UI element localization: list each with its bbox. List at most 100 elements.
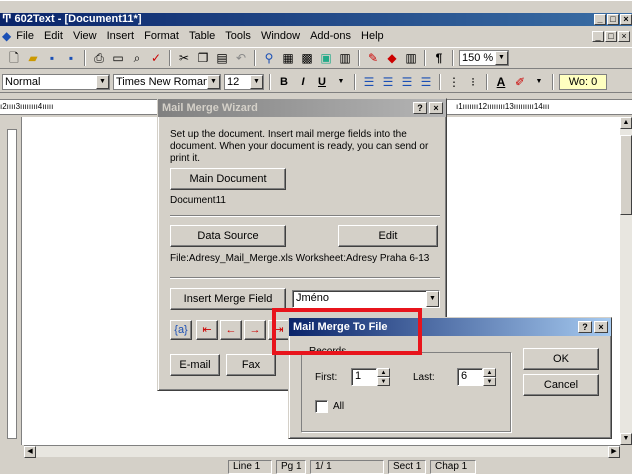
paragraph-marks-icon[interactable]: ¶ <box>431 50 447 66</box>
scroll-right-icon[interactable]: ▶ <box>608 446 620 458</box>
merge-to-file-title-bar[interactable]: Mail Merge To File ? × <box>289 318 611 336</box>
cancel-button[interactable]: Cancel <box>523 374 599 396</box>
highlight-icon[interactable]: ◆ <box>384 50 400 66</box>
first-spin-down[interactable]: ▼ <box>377 377 390 386</box>
menu-edit[interactable]: Edit <box>39 30 68 42</box>
chevron-down-icon[interactable]: ▼ <box>426 291 439 307</box>
doc-restore-button[interactable]: □ <box>605 31 617 42</box>
last-spin-down[interactable]: ▼ <box>483 377 496 386</box>
field-code-button[interactable]: {a} <box>170 320 192 340</box>
insert-merge-field-button[interactable]: Insert Merge Field <box>170 288 286 310</box>
italic-button[interactable]: I <box>295 76 311 88</box>
cut-icon[interactable]: ✂ <box>176 50 192 66</box>
paste-icon[interactable]: ▤ <box>214 50 230 66</box>
undo-icon[interactable]: ↶ <box>233 50 249 66</box>
chevron-down-icon[interactable]: ▼ <box>96 74 109 89</box>
table-icon[interactable]: ▦ <box>280 50 296 66</box>
data-source-button[interactable]: Data Source <box>170 225 286 247</box>
chevron-down-icon[interactable]: ▼ <box>495 51 508 65</box>
hyperlink-icon[interactable]: ⚲ <box>261 50 277 66</box>
first-record-icon[interactable]: ⇤ <box>196 320 218 340</box>
save-all-icon[interactable]: ▪ <box>63 50 79 66</box>
open-folder-icon[interactable]: ▰ <box>25 50 41 66</box>
frame-icon[interactable]: ▩ <box>299 50 315 66</box>
font-combo[interactable]: Times New Roman (Stř ▼ <box>113 73 221 90</box>
vertical-scrollbar[interactable]: ▲ ▼ <box>620 117 632 445</box>
help-icon[interactable]: ? <box>578 321 592 333</box>
merge-field-select[interactable]: Jméno ▼ <box>292 290 440 308</box>
menu-format[interactable]: Format <box>139 30 184 42</box>
email-button[interactable]: E-mail <box>170 354 220 376</box>
align-left-icon[interactable]: ☰ <box>361 74 377 90</box>
last-record-icon[interactable]: ⇥ <box>268 320 290 340</box>
bold-button[interactable]: B <box>276 76 292 88</box>
all-checkbox[interactable] <box>315 400 328 413</box>
chart-icon[interactable]: ▥ <box>337 50 353 66</box>
menu-insert[interactable]: Insert <box>102 30 140 42</box>
app-title-bar[interactable]: Ͳ 602Text - [Document11*] _ □ × <box>0 13 632 26</box>
doc-close-button[interactable]: × <box>618 31 630 42</box>
highlight-color-icon[interactable]: ✐ <box>512 74 528 90</box>
align-right-icon[interactable]: ☰ <box>399 74 415 90</box>
main-document-button[interactable]: Main Document <box>170 168 286 190</box>
status-line: Line 1 <box>228 460 272 474</box>
close-icon[interactable]: × <box>594 321 608 333</box>
underline-button[interactable]: U <box>314 76 330 88</box>
style-combo[interactable]: Normal ▼ <box>2 73 110 90</box>
doc-minimize-button[interactable]: _ <box>592 31 604 42</box>
first-spin-up[interactable]: ▲ <box>377 368 390 377</box>
close-icon[interactable]: × <box>429 102 443 114</box>
numbering-icon[interactable]: ⋮ <box>446 74 462 90</box>
menu-view[interactable]: View <box>68 30 102 42</box>
columns-icon[interactable]: ▥ <box>403 50 419 66</box>
menu-addons[interactable]: Add-ons <box>305 30 356 42</box>
last-label: Last: <box>413 372 435 383</box>
maximize-button[interactable]: □ <box>607 14 619 25</box>
minimize-button[interactable]: _ <box>594 14 606 25</box>
toolbar-separator <box>254 50 256 66</box>
first-record-field[interactable]: 1 <box>351 368 377 386</box>
font-color-icon[interactable]: A <box>493 74 509 90</box>
new-document-icon[interactable]: 🗋 <box>6 50 22 66</box>
menu-window[interactable]: Window <box>256 30 305 42</box>
scroll-thumb[interactable] <box>620 135 632 215</box>
help-icon[interactable]: ? <box>413 102 427 114</box>
copy-icon[interactable]: ❐ <box>195 50 211 66</box>
scroll-left-icon[interactable]: ◀ <box>24 446 36 458</box>
zoom-combo[interactable]: 150 % ▼ <box>459 50 509 66</box>
close-button[interactable]: × <box>620 14 632 25</box>
chevron-down-icon[interactable]: ▼ <box>207 74 220 89</box>
menu-table[interactable]: Table <box>184 30 220 42</box>
wizard-title-bar[interactable]: Mail Merge Wizard ? × <box>158 99 446 117</box>
justify-icon[interactable]: ☰ <box>418 74 434 90</box>
edit-button[interactable]: Edit <box>338 225 438 247</box>
align-center-icon[interactable]: ☰ <box>380 74 396 90</box>
fax-button[interactable]: Fax <box>226 354 276 376</box>
save-icon[interactable]: ▪ <box>44 50 60 66</box>
menu-file[interactable]: File <box>11 30 39 42</box>
find-icon[interactable]: ⌕ <box>129 50 145 66</box>
horizontal-scrollbar[interactable]: ◀ ▶ <box>24 445 620 458</box>
chevron-down-icon[interactable]: ▼ <box>250 74 263 89</box>
scroll-down-icon[interactable]: ▼ <box>620 433 632 445</box>
word-count-box[interactable]: Wo: 0 <box>559 73 607 90</box>
menu-help[interactable]: Help <box>356 30 389 42</box>
status-chapter: Chap 1 <box>430 460 476 474</box>
print-preview-icon[interactable]: ▭ <box>110 50 126 66</box>
chevron-down-icon[interactable]: ▼ <box>333 74 349 90</box>
previous-record-icon[interactable]: ← <box>220 320 242 340</box>
vertical-ruler[interactable] <box>0 117 22 445</box>
next-record-icon[interactable]: → <box>244 320 266 340</box>
scroll-up-icon[interactable]: ▲ <box>620 117 632 129</box>
font-size-combo[interactable]: 12 ▼ <box>224 73 264 90</box>
chevron-down-icon[interactable]: ▼ <box>531 74 547 90</box>
print-icon[interactable]: ⎙ <box>91 50 107 66</box>
last-spin-up[interactable]: ▲ <box>483 368 496 377</box>
format-painter-icon[interactable]: ✎ <box>365 50 381 66</box>
ok-button[interactable]: OK <box>523 348 599 370</box>
spellcheck-icon[interactable]: ✓ <box>148 50 164 66</box>
menu-tools[interactable]: Tools <box>220 30 256 42</box>
last-record-field[interactable]: 6 <box>457 368 483 386</box>
picture-icon[interactable]: ▣ <box>318 50 334 66</box>
bullets-icon[interactable]: ⁝ <box>465 74 481 90</box>
